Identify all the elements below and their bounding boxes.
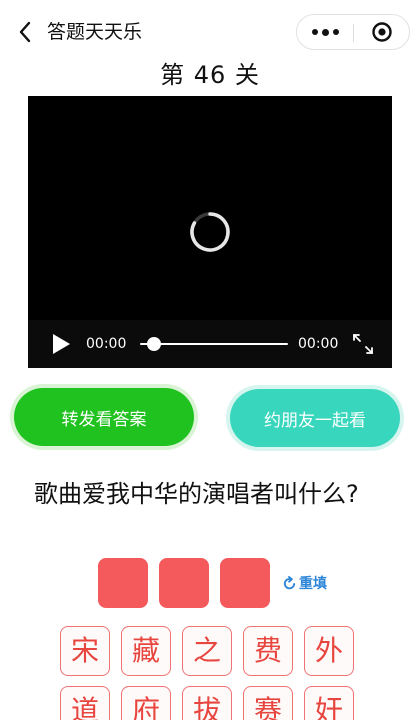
more-dots-icon: [310, 28, 341, 36]
candidate-char[interactable]: 藏: [121, 626, 171, 676]
mini-program-capsule: [296, 14, 410, 50]
candidate-char[interactable]: 道: [60, 686, 110, 720]
refill-label: 重填: [299, 576, 327, 592]
more-button[interactable]: [297, 15, 353, 49]
candidate-char[interactable]: 宋: [60, 626, 110, 676]
duration-time: 00:00: [298, 336, 339, 352]
question-text: 歌曲爱我中华的演唱者叫什么?: [34, 480, 359, 508]
play-button[interactable]: [50, 333, 72, 355]
progress-thumb[interactable]: [147, 337, 161, 351]
candidate-char[interactable]: 赛: [243, 686, 293, 720]
close-mini-program-button[interactable]: [354, 15, 410, 49]
play-icon: [53, 334, 70, 354]
answer-slot-1[interactable]: [98, 558, 148, 608]
candidate-char[interactable]: 外: [304, 626, 354, 676]
invite-friends-button[interactable]: 约朋友一起看: [230, 389, 400, 447]
candidate-char[interactable]: 之: [182, 626, 232, 676]
refresh-icon: [283, 575, 296, 589]
share-for-answer-button[interactable]: 转发看答案: [14, 388, 194, 446]
video-player[interactable]: 00:00 00:00: [28, 96, 392, 368]
chevron-left-icon: [19, 21, 31, 43]
fullscreen-button[interactable]: [352, 333, 374, 355]
answer-slot-3[interactable]: [220, 558, 270, 608]
current-time: 00:00: [86, 336, 127, 352]
candidate-char[interactable]: 拔: [182, 686, 232, 720]
app-title: 答题天天乐: [47, 21, 143, 43]
loading-spinner-icon: [190, 212, 230, 252]
target-close-icon: [372, 22, 392, 42]
back-button[interactable]: [12, 17, 38, 47]
nav-bar: 答题天天乐: [0, 0, 420, 64]
refill-button[interactable]: 重填: [282, 572, 327, 594]
candidate-char[interactable]: 奸: [304, 686, 354, 720]
answer-slot-2[interactable]: [159, 558, 209, 608]
level-title: 第 46 关: [160, 61, 260, 89]
candidate-char[interactable]: 费: [243, 626, 293, 676]
fullscreen-icon: [353, 334, 373, 354]
progress-track[interactable]: [140, 343, 288, 345]
candidate-char[interactable]: 府: [121, 686, 171, 720]
video-controls: 00:00 00:00: [28, 320, 392, 368]
